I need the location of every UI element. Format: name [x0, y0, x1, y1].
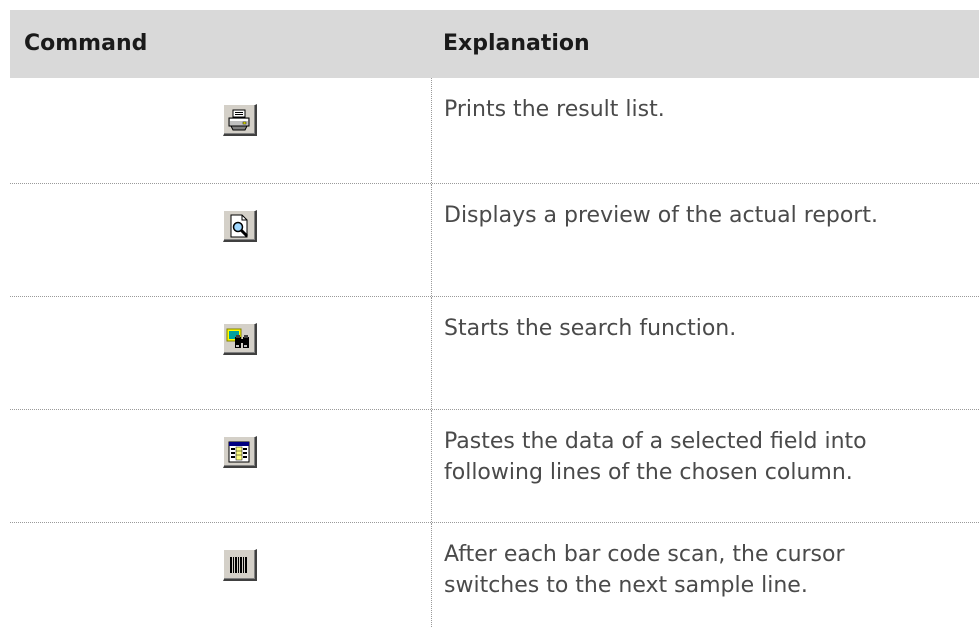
- command-table: Command Explanation Prints the result li…: [10, 10, 979, 627]
- table-row: Starts the search function.: [10, 296, 979, 409]
- barcode-icon: [230, 556, 247, 573]
- command-cell: [10, 410, 432, 522]
- fill-column-button[interactable]: [222, 436, 257, 468]
- fill-column-icon: [228, 441, 250, 462]
- explanation-cell: Displays a preview of the actual report.: [432, 184, 979, 296]
- printer-icon: [228, 109, 250, 130]
- barcode-button[interactable]: [222, 549, 257, 581]
- table-row: Pastes the data of a selected field into…: [10, 409, 979, 522]
- command-cell: [10, 523, 432, 627]
- explanation-text: switches to the next sample line.: [444, 573, 808, 598]
- table-header: Command Explanation: [10, 10, 979, 78]
- explanation-cell: Prints the result list.: [432, 78, 979, 183]
- command-cell: [10, 184, 432, 296]
- explanation-cell: After each bar code scan, the cursor swi…: [432, 523, 979, 627]
- table-row: Displays a preview of the actual report.: [10, 183, 979, 296]
- explanation-text: Prints the result list.: [444, 97, 665, 122]
- explanation-text: Displays a preview of the actual report.: [444, 203, 878, 228]
- explanation-cell: Pastes the data of a selected field into…: [432, 410, 979, 522]
- header-command: Command: [24, 31, 148, 56]
- command-cell: [10, 78, 432, 183]
- search-button[interactable]: [222, 323, 257, 355]
- table-row: Prints the result list.: [10, 78, 979, 183]
- preview-button[interactable]: [222, 210, 257, 242]
- explanation-text: After each bar code scan, the cursor: [444, 542, 845, 567]
- print-button[interactable]: [222, 104, 257, 136]
- explanation-text: Starts the search function.: [444, 316, 737, 341]
- explanation-cell: Starts the search function.: [432, 297, 979, 409]
- command-cell: [10, 297, 432, 409]
- search-binoculars-icon: [226, 328, 249, 348]
- explanation-text: following lines of the chosen column.: [444, 460, 853, 485]
- explanation-text: Pastes the data of a selected field into: [444, 429, 867, 454]
- print-preview-icon: [230, 214, 249, 237]
- header-explanation: Explanation: [443, 31, 590, 56]
- table-row: After each bar code scan, the cursor swi…: [10, 522, 979, 627]
